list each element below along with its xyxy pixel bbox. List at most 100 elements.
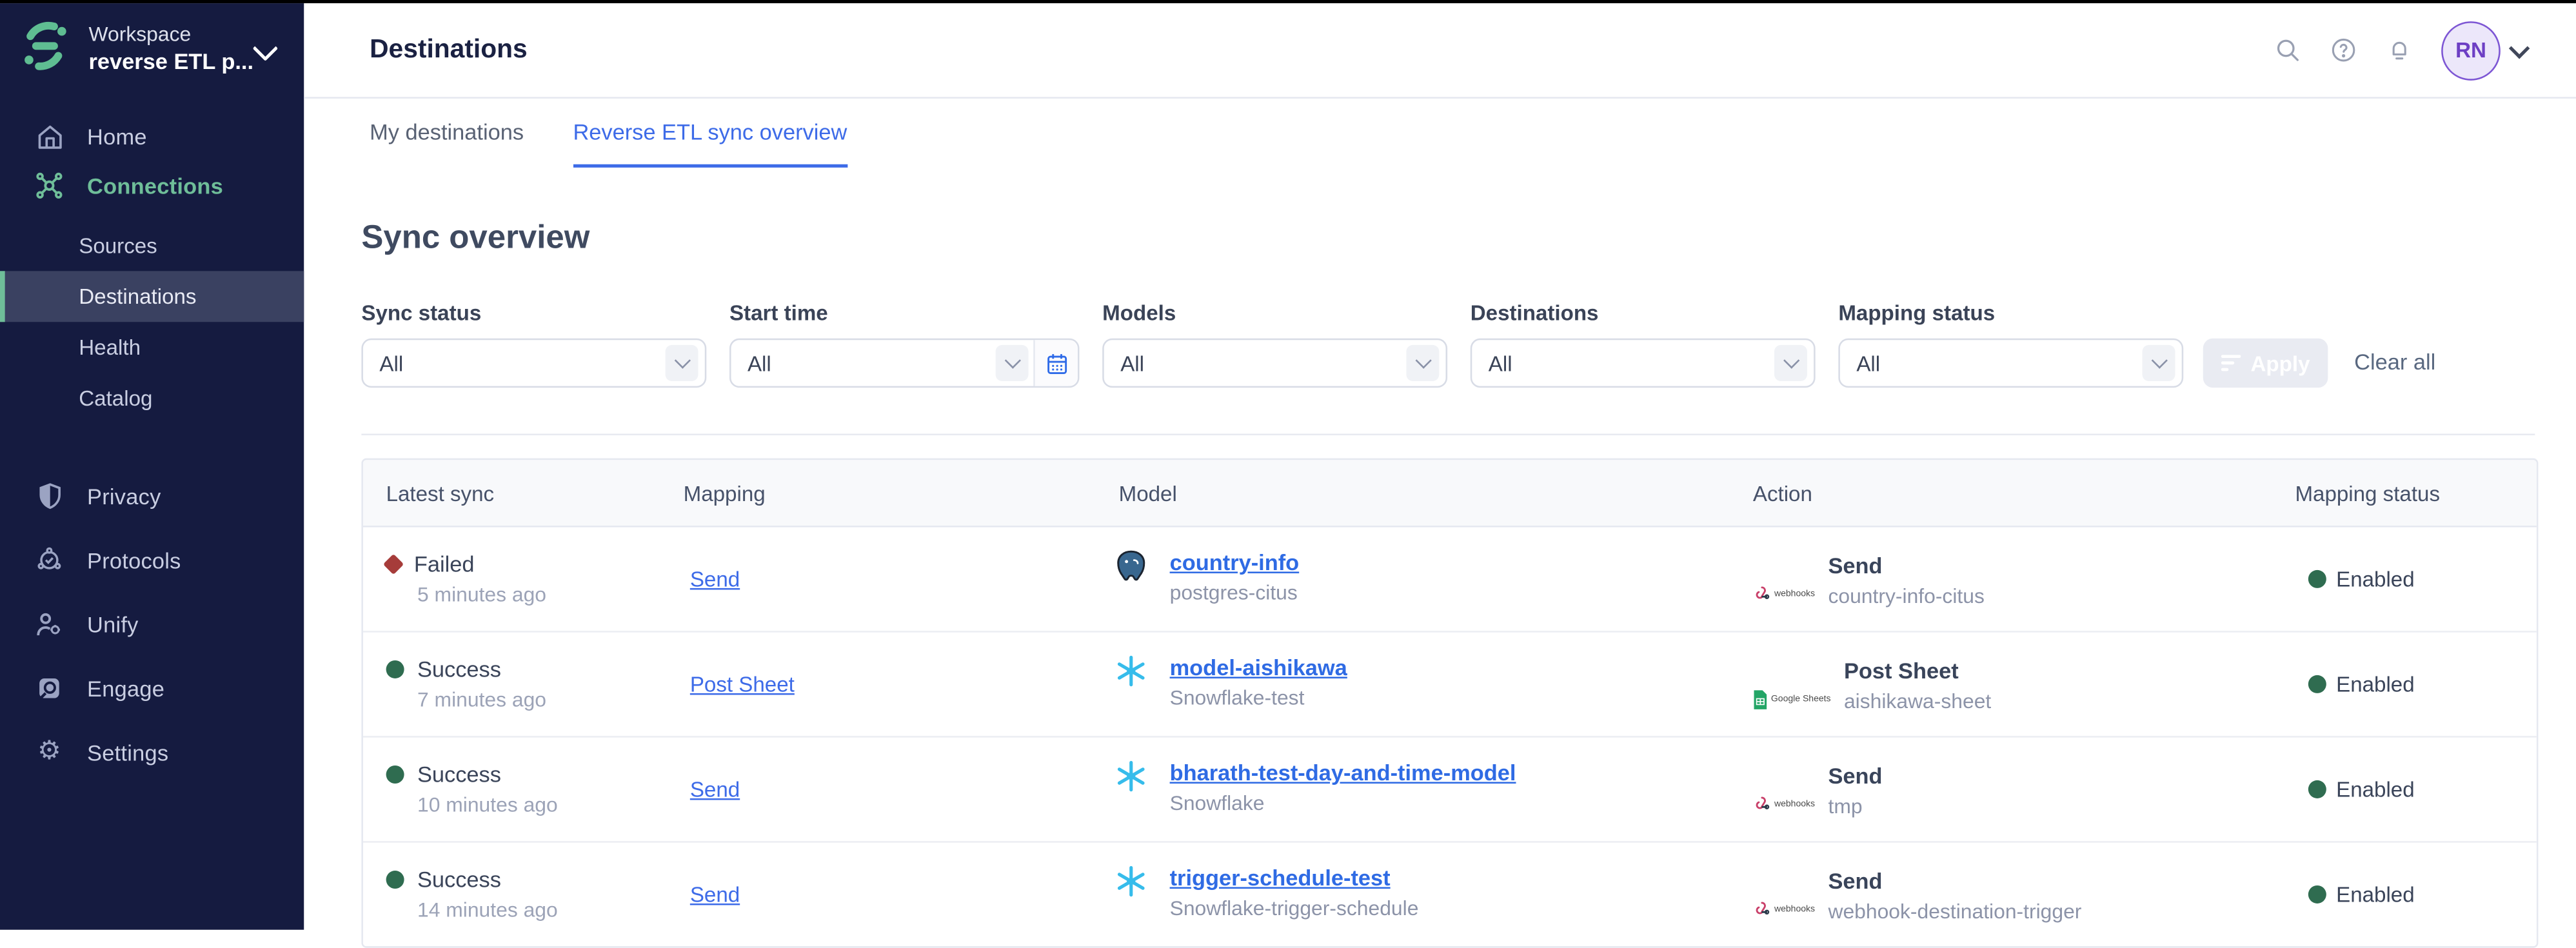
table-row: Success 10 minutes ago Send bharath-test… <box>363 736 2537 841</box>
chevron-down-icon <box>1406 345 1439 381</box>
chevron-down-icon <box>2143 345 2175 381</box>
mapping-link[interactable]: Send <box>690 776 740 801</box>
webhooks-logo: webhooks <box>1753 557 1815 631</box>
sidebar-item-engage[interactable]: Engage <box>0 664 304 713</box>
model-source: postgres-citus <box>1170 582 1300 605</box>
tab-bar: My destinations Reverse ETL sync overvie… <box>304 99 2576 168</box>
select-value: All <box>1840 351 1880 375</box>
chevron-down-icon <box>996 345 1029 381</box>
sidebar-item-catalog[interactable]: Catalog <box>0 373 304 424</box>
main-panel: Destinations RN <box>304 3 2576 930</box>
search-icon[interactable] <box>2274 36 2301 64</box>
model-source: Snowflake-trigger-schedule <box>1170 897 1419 920</box>
filter-destinations: Destinations All <box>1471 301 1816 388</box>
success-status-icon <box>386 871 404 889</box>
filter-models: Models All <box>1102 301 1447 388</box>
action-destination: aishikawa-sheet <box>1844 690 1991 713</box>
apply-button[interactable]: Apply <box>2203 339 2328 388</box>
filter-label: Destinations <box>1471 301 1816 325</box>
models-select[interactable]: All <box>1102 339 1447 388</box>
failed-status-icon <box>383 554 404 575</box>
column-header-mapping: Mapping <box>684 480 1114 505</box>
tab-my-destinations[interactable]: My destinations <box>370 120 524 168</box>
workspace-switcher[interactable]: Workspace reverse ETL p... <box>0 3 304 95</box>
destination-logo-label: webhooks <box>1774 799 1815 809</box>
avatar[interactable]: RN <box>2441 21 2501 80</box>
sidebar-item-label: Catalog <box>79 386 152 411</box>
destinations-select[interactable]: All <box>1471 339 1816 388</box>
action-name: Send <box>1828 867 2081 895</box>
chevron-down-icon <box>253 35 279 61</box>
unify-icon <box>33 609 66 639</box>
table-header-row: Latest sync Mapping Model Action Mapping… <box>363 460 2537 527</box>
sidebar-item-health[interactable]: Health <box>0 322 304 373</box>
action-name: Send <box>1828 762 1882 790</box>
success-status-icon <box>386 660 404 678</box>
filter-sync-status: Sync status All <box>361 301 706 388</box>
sidebar-item-unify[interactable]: Unify <box>0 600 304 649</box>
enabled-dot-icon <box>2308 780 2326 798</box>
mapping-status-value: Enabled <box>2336 567 2415 591</box>
home-icon <box>33 123 66 150</box>
sidebar-item-connections[interactable]: Connections <box>0 161 304 210</box>
clear-all-button[interactable]: Clear all <box>2354 350 2435 375</box>
sidebar-item-settings[interactable]: ⚙ Settings <box>0 727 304 776</box>
enabled-dot-icon <box>2308 885 2326 904</box>
chevron-down-icon <box>666 345 698 381</box>
mapping-status-select[interactable]: All <box>1838 339 2183 388</box>
sidebar: Workspace reverse ETL p... Home Connect <box>0 3 304 930</box>
sidebar-item-label: Sources <box>79 233 157 258</box>
model-link[interactable]: trigger-schedule-test <box>1170 864 1419 892</box>
sync-status: Success <box>417 762 501 787</box>
sync-time: 10 minutes ago <box>417 793 684 816</box>
bell-icon[interactable] <box>2386 35 2413 65</box>
model-source: Snowflake-test <box>1170 687 1347 710</box>
webhooks-logo: webhooks <box>1753 767 1815 842</box>
enabled-dot-icon <box>2308 570 2326 588</box>
sync-time: 14 minutes ago <box>417 898 684 922</box>
filter-label: Models <box>1102 301 1447 325</box>
start-time-select[interactable]: All <box>729 339 1080 388</box>
filter-label: Sync status <box>361 301 706 325</box>
sidebar-item-sources[interactable]: Sources <box>0 220 304 271</box>
filter-icon <box>2221 351 2241 375</box>
action-name: Send <box>1828 552 1984 580</box>
mapping-link[interactable]: Send <box>690 566 740 591</box>
sidebar-item-label: Engage <box>87 676 164 700</box>
filter-label: Start time <box>729 301 1080 325</box>
select-value: All <box>731 351 771 375</box>
sync-table: Latest sync Mapping Model Action Mapping… <box>361 459 2538 948</box>
tab-reverse-etl-sync-overview[interactable]: Reverse ETL sync overview <box>573 120 847 168</box>
protocols-icon <box>33 546 66 575</box>
sidebar-item-privacy[interactable]: Privacy <box>0 471 304 520</box>
calendar-icon[interactable] <box>1033 340 1078 386</box>
sync-status-select[interactable]: All <box>361 339 706 388</box>
mapping-link[interactable]: Post Sheet <box>690 671 795 696</box>
mapping-status-value: Enabled <box>2336 882 2415 907</box>
select-value: All <box>1104 351 1144 375</box>
action-destination: tmp <box>1828 795 1882 818</box>
enabled-dot-icon <box>2308 675 2326 693</box>
snowflake-icon <box>1114 864 1148 898</box>
column-header-latest-sync: Latest sync <box>363 480 684 505</box>
mapping-link[interactable]: Send <box>690 882 740 906</box>
page-header: Destinations RN <box>304 3 2576 99</box>
gear-icon: ⚙ <box>33 739 66 765</box>
action-name: Post Sheet <box>1844 657 1991 685</box>
filter-label: Mapping status <box>1838 301 2183 325</box>
user-menu[interactable]: RN <box>2441 21 2526 80</box>
model-link[interactable]: model-aishikawa <box>1170 654 1347 682</box>
page-title: Destinations <box>370 35 528 65</box>
model-link[interactable]: bharath-test-day-and-time-model <box>1170 759 1516 787</box>
filter-start-time: Start time All <box>729 301 1080 388</box>
help-icon[interactable] <box>2330 36 2357 64</box>
sidebar-item-home[interactable]: Home <box>0 112 304 161</box>
workspace-name: reverse ETL p... <box>89 50 254 77</box>
sidebar-item-destinations[interactable]: Destinations <box>0 271 304 322</box>
model-link[interactable]: country-info <box>1170 549 1300 577</box>
column-header-model: Model <box>1114 480 1753 505</box>
divider <box>361 433 2535 435</box>
sidebar-item-protocols[interactable]: Protocols <box>0 535 304 584</box>
workspace-eyebrow: Workspace <box>89 23 254 48</box>
rudderstack-logo-icon <box>16 18 72 82</box>
